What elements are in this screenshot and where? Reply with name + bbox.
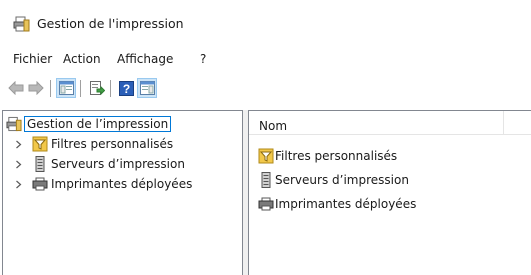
tree-item-label: Filtres personnalisés	[51, 137, 174, 151]
forward-arrow-icon	[28, 81, 44, 95]
deployed-printer-icon	[32, 177, 48, 191]
back-button[interactable]	[7, 79, 25, 97]
toolbar-separator	[80, 80, 81, 97]
column-header[interactable]: Nom	[249, 111, 531, 135]
print-server-icon	[35, 156, 45, 172]
toolbar-separator	[110, 80, 111, 97]
svg-text:?: ?	[122, 82, 129, 96]
show-hide-console-tree-button[interactable]	[56, 78, 76, 98]
help-button[interactable]: ?	[117, 79, 135, 97]
title-bar[interactable]: Gestion de l'impression	[0, 0, 531, 44]
tree-item-label: Imprimantes déployées	[51, 177, 193, 191]
menu-help[interactable]: ?	[200, 52, 206, 66]
menu-affichage[interactable]: Affichage	[117, 52, 173, 66]
list-item-filtres[interactable]: Filtres personnalisés	[258, 147, 397, 165]
chevron-right-icon[interactable]	[14, 140, 23, 149]
print-server-icon	[261, 172, 271, 188]
export-list-button[interactable]	[88, 79, 106, 97]
list-item-label: Filtres personnalisés	[275, 149, 398, 163]
window-title: Gestion de l'impression	[37, 16, 184, 31]
tree-item-imprimantes[interactable]: Imprimantes déployées	[14, 175, 192, 193]
column-divider[interactable]	[503, 111, 504, 135]
tree-item-label: Gestion de l’impression	[23, 116, 172, 132]
tree-item-serveurs[interactable]: Serveurs d’impression	[14, 155, 185, 173]
menu-bar: Fichier Action Affichage ?	[0, 48, 531, 70]
list-item-label: Serveurs d’impression	[275, 173, 409, 187]
menu-fichier[interactable]: Fichier	[13, 52, 52, 66]
show-hide-action-pane-icon	[139, 81, 155, 95]
tree-item-filtres[interactable]: Filtres personnalisés	[14, 135, 173, 153]
show-hide-action-pane-button[interactable]	[137, 78, 157, 98]
print-management-icon	[13, 16, 30, 32]
menu-action[interactable]: Action	[63, 52, 101, 66]
show-hide-console-tree-icon	[58, 81, 74, 95]
back-arrow-icon	[8, 81, 24, 95]
export-list-icon	[89, 80, 105, 95]
help-icon: ?	[118, 80, 134, 96]
tree-item-gestion-impression[interactable]: Gestion de l’impression	[6, 115, 172, 133]
results-list[interactable]: Nom Filtres personnalisés Serveurs d’imp…	[248, 110, 531, 275]
toolbar: ?	[0, 76, 531, 102]
list-item-label: Imprimantes déployées	[275, 197, 417, 211]
console-tree[interactable]: Gestion de l’impression Filtres personna…	[2, 110, 243, 275]
list-item-serveurs[interactable]: Serveurs d’impression	[258, 171, 409, 189]
column-header-nom[interactable]: Nom	[259, 119, 287, 133]
custom-filter-icon	[32, 136, 48, 152]
custom-filter-icon	[258, 148, 274, 164]
chevron-right-icon[interactable]	[14, 180, 23, 189]
chevron-right-icon[interactable]	[14, 160, 23, 169]
tree-item-label: Serveurs d’impression	[51, 157, 185, 171]
toolbar-separator	[50, 80, 51, 97]
print-management-icon	[6, 116, 22, 132]
forward-button[interactable]	[27, 79, 45, 97]
list-item-imprimantes[interactable]: Imprimantes déployées	[258, 195, 416, 213]
deployed-printer-icon	[258, 197, 274, 211]
